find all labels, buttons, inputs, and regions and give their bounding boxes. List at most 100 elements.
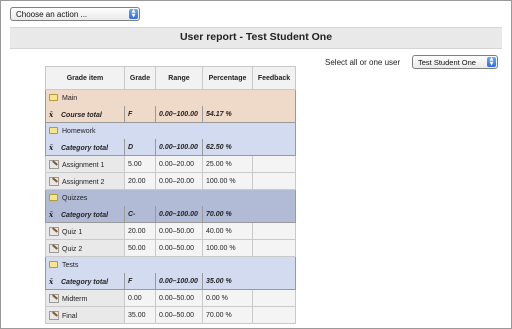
item-percentage: 25.00 % [206, 160, 232, 168]
total-name-text: Category total [61, 144, 109, 152]
item-grade: 5.00 [128, 160, 142, 168]
report-header: User report - Test Student One [10, 27, 502, 49]
total-name-cell: x̄ Course total [45, 106, 125, 123]
total-percentage-cell: 54.17 % [202, 106, 296, 123]
user-select-label: Select all or one user [325, 58, 401, 67]
item-range: 0.00–50.00 [159, 294, 195, 302]
category-cell: Main [45, 89, 296, 106]
item-name[interactable]: Final [62, 313, 77, 320]
item-range-cell: 0.00–50.00 [155, 306, 203, 324]
item-grade-cell: 20.00 [124, 172, 156, 190]
item-grade-cell: 5.00 [124, 155, 156, 173]
category-row: Tests [45, 256, 296, 273]
assignment-icon[interactable] [49, 310, 59, 320]
total-grade-cell: F [124, 273, 156, 290]
total-range-cell: 0.00–100.00 [155, 273, 203, 290]
assignment-icon[interactable] [49, 176, 59, 186]
item-range-cell: 0.00–50.00 [155, 239, 203, 257]
category-name: Tests [62, 262, 79, 269]
table-row: Quiz 2 50.00 0.00–50.00 100.00 % [45, 239, 296, 257]
item-range-cell: 0.00–20.00 [155, 155, 203, 173]
total-name-cell: x̄ Category total [45, 139, 125, 156]
assignment-icon[interactable] [49, 226, 59, 236]
column-header-grade: Grade [124, 66, 156, 90]
item-percentage-cell: 25.00 % [202, 155, 253, 173]
total-grade-cell: C- [124, 206, 156, 223]
total-name-text: Category total [61, 211, 109, 219]
select-arrows-icon: ▲ ▼ [487, 57, 496, 67]
total-range-text: 0.00–100.00 [159, 277, 198, 285]
category-name: Quizzes [62, 195, 88, 202]
aggregate-xbar-icon: x̄ [49, 209, 54, 219]
page-title: User report - Test Student One [179, 31, 333, 43]
action-select-value: Choose an action ... [16, 10, 88, 19]
category-row: Homework [45, 122, 296, 139]
total-range-cell: 0.00–100.00 [155, 106, 203, 123]
total-percentage-text: 62.50 % [206, 143, 232, 151]
item-name[interactable]: Quiz 2 [62, 246, 82, 253]
category-row: Quizzes [45, 189, 296, 206]
item-name[interactable]: Assignment 1 [62, 162, 104, 169]
category-total-row: x̄ Category total C- 0.00–100.00 70.00 % [45, 206, 296, 223]
item-feedback-cell [252, 222, 296, 240]
item-name[interactable]: Assignment 2 [62, 179, 104, 186]
item-percentage-cell: 40.00 % [202, 222, 253, 240]
total-grade-cell: F [124, 106, 156, 123]
table-row: Assignment 1 5.00 0.00–20.00 25.00 % [45, 155, 296, 173]
total-name-text: Course total [61, 111, 102, 119]
item-grade-cell: 50.00 [124, 239, 156, 257]
folder-icon [49, 261, 58, 268]
action-select[interactable]: Choose an action ... ▲ ▼ [10, 7, 140, 21]
item-percentage: 40.00 % [206, 227, 232, 235]
item-feedback-cell [252, 306, 296, 324]
category-total-row: x̄ Course total F 0.00–100.00 54.17 % [45, 106, 296, 123]
category-total-row: x̄ Category total F 0.00–100.00 35.00 % [45, 273, 296, 290]
category-cell: Homework [45, 122, 296, 139]
assignment-icon[interactable] [49, 293, 59, 303]
item-feedback-cell [252, 155, 296, 173]
item-grade: 50.00 [128, 244, 146, 252]
item-range: 0.00–50.00 [159, 227, 195, 235]
table-row: Midterm 0.00 0.00–50.00 0.00 % [45, 289, 296, 307]
assignment-icon[interactable] [49, 159, 59, 169]
total-grade-text: F [128, 110, 133, 118]
item-grade: 0.00 [128, 294, 142, 302]
user-select-value: Test Student One [418, 58, 476, 67]
item-range: 0.00–50.00 [159, 244, 195, 252]
total-name-text: Category total [61, 278, 109, 286]
item-feedback-cell [252, 239, 296, 257]
item-grade-cell: 0.00 [124, 289, 156, 307]
column-header-feedback: Feedback [252, 66, 296, 90]
item-percentage: 0.00 % [206, 294, 228, 302]
total-grade-text: F [128, 277, 133, 285]
assignment-icon[interactable] [49, 243, 59, 253]
category-row: Main [45, 89, 296, 106]
total-grade-cell: D [124, 139, 156, 156]
total-range-text: 0.00–100.00 [159, 143, 198, 151]
item-name-cell: Assignment 2 [45, 172, 125, 190]
item-range: 0.00–20.00 [159, 177, 195, 185]
item-name[interactable]: Quiz 1 [62, 229, 82, 236]
total-name-cell: x̄ Category total [45, 206, 125, 223]
column-header-range: Range [155, 66, 203, 90]
category-name: Main [62, 95, 78, 102]
folder-icon [49, 127, 58, 134]
item-name-cell: Assignment 1 [45, 155, 125, 173]
grade-table: Grade item Grade Range Percentage Feedba… [45, 66, 296, 324]
category-cell: Quizzes [45, 189, 296, 206]
item-grade: 20.00 [128, 227, 146, 235]
total-range-text: 0.00–100.00 [159, 210, 198, 218]
item-name[interactable]: Midterm [62, 296, 87, 303]
user-select[interactable]: Test Student One ▲ ▼ [412, 55, 498, 69]
category-cell: Tests [45, 256, 296, 273]
item-grade: 20.00 [128, 177, 146, 185]
item-name-cell: Final [45, 306, 125, 324]
category-name: Homework [62, 128, 96, 135]
aggregate-xbar-icon: x̄ [49, 276, 54, 286]
folder-icon [49, 94, 58, 101]
aggregate-xbar-icon: x̄ [49, 109, 54, 119]
item-percentage: 70.00 % [206, 311, 232, 319]
item-name-cell: Quiz 2 [45, 239, 125, 257]
item-range: 0.00–50.00 [159, 311, 195, 319]
item-grade: 35.00 [128, 311, 146, 319]
